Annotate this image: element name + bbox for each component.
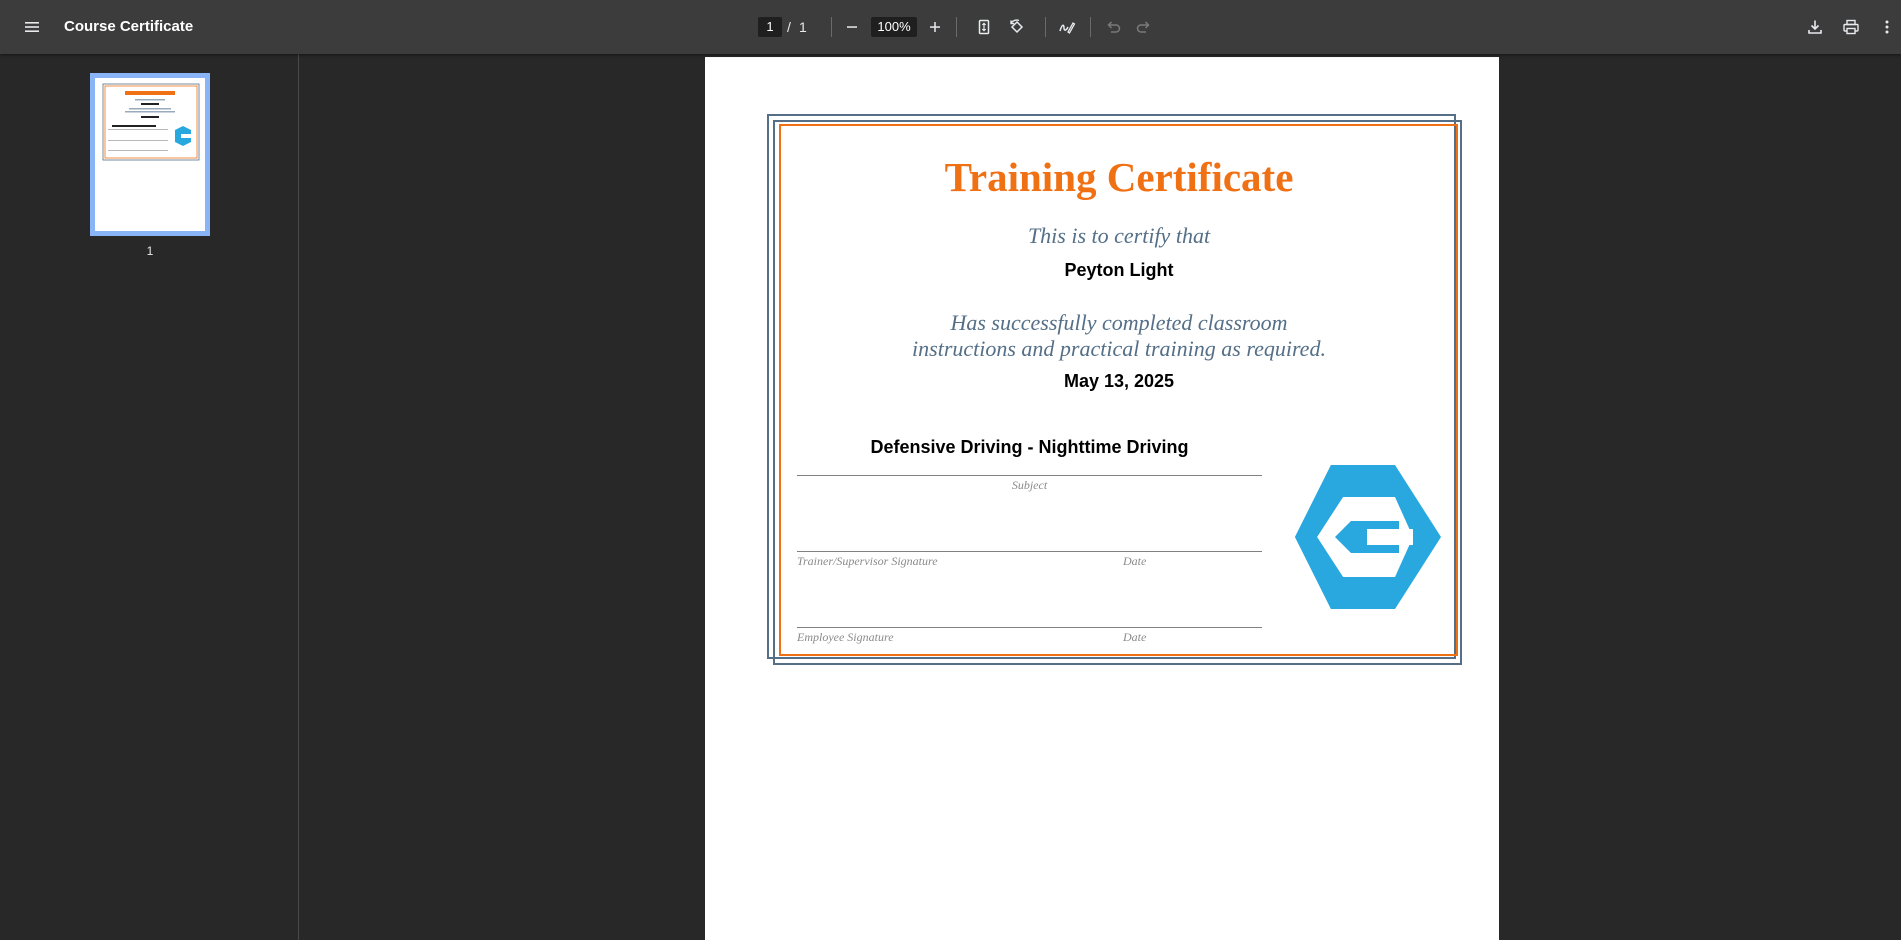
certificate-date: May 13, 2025 — [1063, 371, 1175, 391]
completion-line-2: instructions and practical training as r… — [912, 336, 1326, 361]
toolbar-divider — [831, 17, 832, 37]
subject-caption: Subject — [1011, 478, 1048, 492]
pdf-toolbar: Course Certificate 1 / 1 100% — [0, 0, 1901, 54]
course-subject: Defensive Driving - Nighttime Driving — [870, 437, 1189, 457]
pdf-page: Training Certificate This is to certify … — [705, 57, 1499, 940]
download-icon[interactable] — [1801, 13, 1829, 41]
certificate-title: Training Certificate — [944, 154, 1294, 200]
toolbar-divider — [956, 17, 957, 37]
document-viewer[interactable]: Training Certificate This is to certify … — [300, 54, 1901, 940]
trainer-date-caption: Date — [1123, 554, 1147, 568]
page-total: 1 — [799, 19, 807, 35]
draw-icon[interactable] — [1053, 13, 1081, 41]
toolbar-divider — [1045, 17, 1046, 37]
minus-icon[interactable] — [838, 13, 866, 41]
certify-line: This is to certify that — [1027, 223, 1211, 248]
completion-line-1: Has successfully completed classroom — [950, 310, 1288, 335]
trainer-signature-line — [797, 551, 1262, 552]
thumbnail-page-number: 1 — [146, 244, 154, 258]
trainer-signature-caption: Trainer/Supervisor Signature — [797, 554, 938, 568]
more-vert-icon[interactable] — [1873, 13, 1901, 41]
page-thumbnail[interactable] — [90, 73, 210, 236]
company-logo — [1295, 465, 1441, 609]
page-separator: / — [787, 19, 791, 35]
subject-rule — [797, 475, 1262, 476]
menu-icon[interactable] — [18, 13, 46, 41]
fit-page-icon[interactable] — [970, 13, 998, 41]
thumbnail-preview — [102, 83, 200, 161]
rotate-icon[interactable] — [1003, 13, 1031, 41]
thumbnail-sidebar: 1 — [0, 54, 299, 940]
print-icon[interactable] — [1837, 13, 1865, 41]
recipient-name: Peyton Light — [1064, 260, 1174, 280]
employee-signature-line — [797, 627, 1262, 628]
toolbar-divider — [1090, 17, 1091, 37]
redo-icon[interactable] — [1130, 13, 1158, 41]
employee-signature-caption: Employee Signature — [797, 630, 894, 644]
plus-icon[interactable] — [921, 13, 949, 41]
employee-date-caption: Date — [1123, 630, 1147, 644]
zoom-level-input[interactable]: 100% — [871, 17, 917, 37]
undo-icon[interactable] — [1099, 13, 1127, 41]
document-title: Course Certificate — [64, 18, 194, 35]
page-number-input[interactable]: 1 — [758, 17, 782, 37]
